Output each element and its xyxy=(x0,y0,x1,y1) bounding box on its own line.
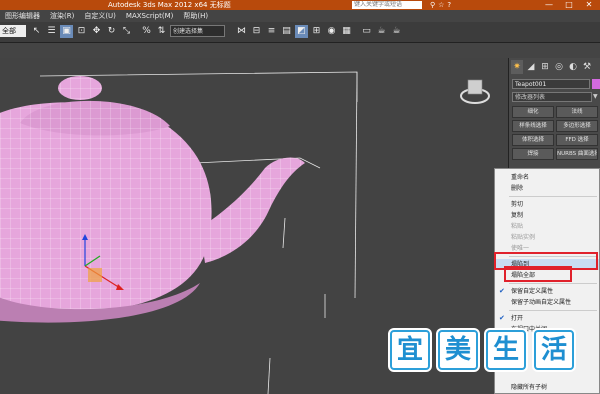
modifier-button[interactable]: 体积选择 xyxy=(512,134,554,146)
watermark-char: 宜 xyxy=(390,330,430,370)
align-icon[interactable]: ⊟ xyxy=(250,25,263,38)
watermark: 宜 美 生 活 xyxy=(390,330,574,370)
teapot-mesh[interactable] xyxy=(0,76,305,323)
modify-tab-icon[interactable]: ◢ xyxy=(525,60,537,74)
watermark-char: 生 xyxy=(486,330,526,370)
curve-editor-icon[interactable]: ◩ xyxy=(295,25,308,38)
window-title: Autodesk 3ds Max 2012 x64 无标题 xyxy=(108,1,231,9)
select-icon[interactable]: ↖ xyxy=(30,25,43,38)
search-input[interactable]: 键入关键字或短语 xyxy=(352,1,422,9)
modifier-button[interactable]: NURBS 曲面选择 xyxy=(556,148,598,160)
minimize-button[interactable]: — xyxy=(540,0,558,9)
menu-item-on[interactable]: ✔ 打开 xyxy=(495,313,599,324)
window-crossing-icon[interactable]: ⊡ xyxy=(75,25,88,38)
menu-item-hide-all-subtrees[interactable]: 隐藏所有子树 xyxy=(495,382,599,393)
modifier-button[interactable]: 细化 xyxy=(512,106,554,118)
display-tab-icon[interactable]: ◐ xyxy=(567,60,579,74)
chevron-down-icon[interactable]: ▼ xyxy=(593,92,600,102)
menu-item-cut[interactable]: 剪切 xyxy=(495,199,599,210)
schematic-view-icon[interactable]: ⊞ xyxy=(310,25,323,38)
select-by-name-icon[interactable]: ☰ xyxy=(45,25,58,38)
viewcube-icon[interactable] xyxy=(460,79,490,104)
modifier-button[interactable]: 焊接 xyxy=(512,148,554,160)
menu-separator xyxy=(509,310,597,311)
modifier-button[interactable]: 样条线选择 xyxy=(512,120,554,132)
menu-maxscript[interactable]: MAXScript(M) xyxy=(121,10,178,22)
modifier-buttons: 细化 法线 样条线选择 多边形选择 体积选择 FFD 选择 焊接 NURBS 曲… xyxy=(512,106,598,160)
rotate-icon[interactable]: ↻ xyxy=(105,25,118,38)
menu-item-paste[interactable]: 粘贴 xyxy=(495,221,599,232)
utilities-tab-icon[interactable]: ⚒ xyxy=(581,60,593,74)
binoculars-icon[interactable]: ⚲ xyxy=(430,1,438,9)
move-icon[interactable]: ✥ xyxy=(90,25,103,38)
render-setup-icon[interactable]: ▦ xyxy=(340,25,353,38)
checkmark-icon: ✔ xyxy=(499,314,505,322)
scale-icon[interactable]: ⤡ xyxy=(120,25,133,38)
menu-graph-editors[interactable]: 图形编辑器 xyxy=(0,10,45,22)
menu-item-keep-subanim-attributes[interactable]: 保留子动画自定义属性 xyxy=(495,297,599,308)
object-color-swatch[interactable] xyxy=(592,79,600,89)
material-editor-icon[interactable]: ◉ xyxy=(325,25,338,38)
menu-item-delete[interactable]: 删除 xyxy=(495,183,599,194)
menu-customize[interactable]: 自定义(U) xyxy=(79,10,121,22)
menu-item-keep-custom-attributes[interactable]: ✔ 保留自定义属性 xyxy=(495,286,599,297)
watermark-char: 活 xyxy=(534,330,574,370)
menu-bar: 图形编辑器 渲染(R) 自定义(U) MAXScript(M) 帮助(H) xyxy=(0,10,600,22)
snap-icon[interactable]: % xyxy=(140,25,153,38)
modifier-button[interactable]: FFD 选择 xyxy=(556,134,598,146)
selection-filter-dropdown[interactable]: 全部 xyxy=(0,25,26,37)
mirror-icon[interactable]: ⋈ xyxy=(235,25,248,38)
render-icon[interactable]: ☕ xyxy=(375,25,388,38)
modifier-button[interactable]: 法线 xyxy=(556,106,598,118)
annotation-box-collapse-all xyxy=(504,266,572,282)
render-frame-icon[interactable]: ▭ xyxy=(360,25,373,38)
motion-tab-icon[interactable]: ◎ xyxy=(553,60,565,74)
close-button[interactable]: ✕ xyxy=(580,0,598,9)
menu-item-rename[interactable]: 重命名 xyxy=(495,172,599,183)
menu-help[interactable]: 帮助(H) xyxy=(178,10,213,22)
object-name-field[interactable]: Teapot001 xyxy=(512,79,590,89)
main-toolbar: 全部 ↖ ☰ ▣ ⊡ ✥ ↻ ⤡ % ⇅ 创建选择集 ⋈ ⊟ ≡ ▤ ◩ ⊞ ◉… xyxy=(0,22,600,43)
menu-separator xyxy=(509,283,597,284)
ribbon-strip xyxy=(0,43,600,59)
create-tab-icon[interactable]: ✷ xyxy=(511,60,523,74)
layer-icon[interactable]: ≡ xyxy=(265,25,278,38)
menu-rendering[interactable]: 渲染(R) xyxy=(45,10,79,22)
menu-item-paste-instance[interactable]: 粘贴实例 xyxy=(495,232,599,243)
watermark-char: 美 xyxy=(438,330,478,370)
quick-render-icon[interactable]: ☕ xyxy=(390,25,403,38)
scene-explorer-icon[interactable]: ▤ xyxy=(280,25,293,38)
region-select-icon[interactable]: ▣ xyxy=(60,25,73,38)
hierarchy-tab-icon[interactable]: ⊞ xyxy=(539,60,551,74)
title-bar: Autodesk 3ds Max 2012 x64 无标题 键入关键字或短语 ⚲… xyxy=(0,0,600,10)
checkmark-icon: ✔ xyxy=(499,287,505,295)
help-icon[interactable]: ? xyxy=(447,1,454,9)
spinner-snap-icon[interactable]: ⇅ xyxy=(155,25,168,38)
modifier-button[interactable]: 多边形选择 xyxy=(556,120,598,132)
menu-item-copy[interactable]: 复制 xyxy=(495,210,599,221)
maximize-button[interactable]: □ xyxy=(560,0,578,9)
named-selection-dropdown[interactable]: 创建选择集 xyxy=(170,25,225,37)
menu-separator xyxy=(509,196,597,197)
modifier-list-dropdown[interactable]: 修改器列表 xyxy=(512,92,592,102)
